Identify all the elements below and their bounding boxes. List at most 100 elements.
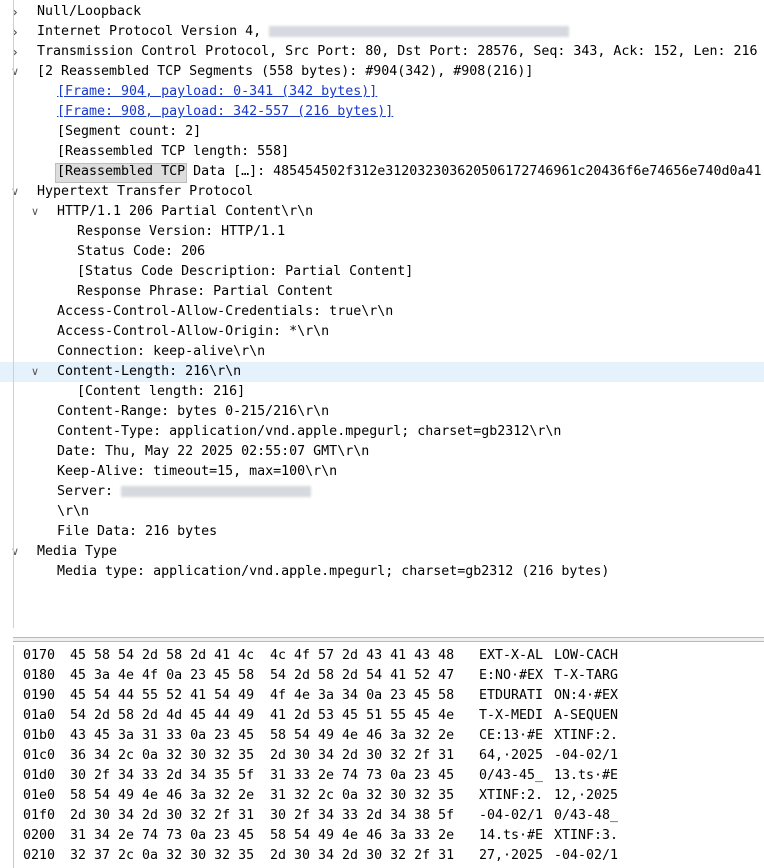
packet-details-pane[interactable]: › Null/Loopback › Internet Protocol Version…: [0, 0, 764, 628]
hex-bytes: 31 33 2e 74 73 0a 23 45: [270, 768, 455, 783]
ascii-text: 27,·2025: [479, 848, 544, 863]
expand-chevron-icon[interactable]: ∨: [8, 62, 22, 82]
tree-label: \r\n: [57, 504, 90, 519]
expand-chevron-icon[interactable]: ∨: [8, 542, 22, 562]
tree-row[interactable]: Status Code: 206: [0, 242, 764, 262]
ascii-text: XTINF:2.: [554, 728, 619, 743]
hex-row[interactable]: 0210 32 37 2c 0a 32 30 32 35 2d 30 34 2d 3…: [14, 846, 764, 866]
tree-label: Media type: application/vnd.apple.mpegur…: [57, 564, 610, 579]
hex-row[interactable]: 01d0 30 2f 34 33 2d 34 35 5f 31 33 2e 74 7…: [14, 766, 764, 786]
ascii-text: -04-02/1: [554, 848, 619, 863]
hex-bytes: 58 54 49 4e 46 3a 33 2e: [270, 828, 455, 843]
tree-row[interactable]: [Reassembled TCP length: 558]: [0, 142, 764, 162]
pane-splitter[interactable]: [0, 628, 764, 642]
hex-row[interactable]: 0200 31 34 2e 74 73 0a 23 45 58 54 49 4e 4…: [14, 826, 764, 846]
tree-row[interactable]: [Segment count: 2]: [0, 122, 764, 142]
tree-label: [Reassembled TCP Data […]: 485454502f312…: [57, 164, 762, 179]
tree-row[interactable]: ∨ Hypertext Transfer Protocol: [0, 182, 764, 202]
tree-row[interactable]: Response Phrase: Partial Content: [0, 282, 764, 302]
tree-label: [Content length: 216]: [77, 384, 246, 399]
ascii-text: E:NO·#EX: [479, 668, 544, 683]
tree-row[interactable]: [Status Code Description: Partial Conten…: [0, 262, 764, 282]
tree-row[interactable]: ∨ HTTP/1.1 206 Partial Content\r\n: [0, 202, 764, 222]
collapse-chevron-icon[interactable]: ›: [8, 2, 22, 22]
tree-label: Date: Thu, May 22 2025 02:55:07 GMT\r\n: [57, 444, 370, 459]
tree-label: HTTP/1.1 206 Partial Content\r\n: [57, 204, 314, 219]
tree-label: Content-Length: 216\r\n: [57, 364, 242, 379]
expand-chevron-icon[interactable]: ∨: [28, 202, 42, 222]
hex-offset: 01d0: [23, 768, 56, 783]
tree-row[interactable]: Keep-Alive: timeout=15, max=100\r\n: [0, 462, 764, 482]
tree-row[interactable]: ∨ Media Type: [0, 542, 764, 562]
hex-offset: 01f0: [23, 808, 56, 823]
hex-bytes: 30 2f 34 33 2d 34 35 5f: [70, 768, 255, 783]
tree-label: Server:: [57, 484, 122, 499]
tree-row[interactable]: [Frame: 908, payload: 342-557 (216 bytes…: [0, 102, 764, 122]
hex-offset: 0170: [23, 648, 56, 663]
hex-bytes: 43 45 3a 31 33 0a 23 45: [70, 728, 255, 743]
tree-row[interactable]: ∨ [2 Reassembled TCP Segments (558 bytes)…: [0, 62, 764, 82]
hex-row[interactable]: 01e0 58 54 49 4e 46 3a 32 2e 31 32 2c 0a 3…: [14, 786, 764, 806]
splitter-bar[interactable]: [13, 637, 764, 642]
tree-row[interactable]: Connection: keep-alive\r\n: [0, 342, 764, 362]
tree-row[interactable]: ∨ Content-Length: 216\r\n: [0, 362, 764, 382]
ascii-text: ON:4·#EX: [554, 688, 619, 703]
ascii-text: CE:13·#E: [479, 728, 544, 743]
hex-offset: 0210: [23, 848, 56, 863]
tree-row[interactable]: File Data: 216 bytes: [0, 522, 764, 542]
hex-bytes: 41 2d 53 45 51 55 45 4e: [270, 708, 455, 723]
tree-row[interactable]: Server:: [0, 482, 764, 502]
hex-bytes: 2d 30 34 2d 30 32 2f 31: [70, 808, 255, 823]
ascii-text: 0/43-45_: [479, 768, 544, 783]
hex-row[interactable]: 01a0 54 2d 58 2d 4d 45 44 49 41 2d 53 45 5…: [14, 706, 764, 726]
packet-bytes-pane[interactable]: 0170 45 58 54 2d 58 2d 41 4c 4c 4f 57 2d 4…: [13, 645, 764, 868]
collapse-chevron-icon[interactable]: ›: [8, 42, 22, 62]
hex-bytes: 2d 30 34 2d 30 32 2f 31: [270, 748, 455, 763]
tree-label: Access-Control-Allow-Origin: *\r\n: [57, 324, 330, 339]
tree-label: Content-Type: application/vnd.apple.mpeg…: [57, 424, 562, 439]
frame-link[interactable]: [Frame: 904, payload: 0-341 (342 bytes)]: [57, 82, 377, 102]
ascii-text: ETDURATI: [479, 688, 544, 703]
ascii-text: 64,·2025: [479, 748, 544, 763]
hex-bytes: 58 54 49 4e 46 3a 32 2e: [270, 728, 455, 743]
ascii-text: 12,·2025: [554, 788, 619, 803]
tree-row[interactable]: › Transmission Control Protocol, Src Port…: [0, 42, 764, 62]
hex-bytes: 36 34 2c 0a 32 30 32 35: [70, 748, 255, 763]
tree-row[interactable]: \r\n: [0, 502, 764, 522]
hex-bytes: 58 54 49 4e 46 3a 32 2e: [70, 788, 255, 803]
hex-bytes: 32 37 2c 0a 32 30 32 35: [70, 848, 255, 863]
expand-chevron-icon[interactable]: ∨: [28, 362, 42, 382]
tree-row[interactable]: Date: Thu, May 22 2025 02:55:07 GMT\r\n: [0, 442, 764, 462]
hex-row[interactable]: 0180 45 3a 4e 4f 0a 23 45 58 54 2d 58 2d 5…: [14, 666, 764, 686]
hex-row[interactable]: 0170 45 58 54 2d 58 2d 41 4c 4c 4f 57 2d 4…: [14, 646, 764, 666]
tree-row[interactable]: Response Version: HTTP/1.1: [0, 222, 764, 242]
hex-row[interactable]: 0190 45 54 44 55 52 41 54 49 4f 4e 3a 34 0…: [14, 686, 764, 706]
tree-label: Media Type: [37, 544, 118, 559]
tree-row[interactable]: Access-Control-Allow-Credentials: true\r…: [0, 302, 764, 322]
ascii-text: -04-02/1: [554, 748, 619, 763]
tree-row[interactable]: Media type: application/vnd.apple.mpegur…: [0, 562, 764, 582]
hex-bytes: 31 32 2c 0a 32 30 32 35: [270, 788, 455, 803]
expand-chevron-icon[interactable]: ∨: [8, 182, 22, 202]
tree-label: Connection: keep-alive\r\n: [57, 344, 266, 359]
tree-row[interactable]: [Reassembled TCP Data […]: 485454502f312…: [0, 162, 764, 183]
tree-row[interactable]: [Content length: 216]: [0, 382, 764, 402]
hex-row[interactable]: 01c0 36 34 2c 0a 32 30 32 35 2d 30 34 2d 3…: [14, 746, 764, 766]
frame-link[interactable]: [Frame: 908, payload: 342-557 (216 bytes…: [57, 102, 393, 122]
hex-offset: 0180: [23, 668, 56, 683]
tree-row[interactable]: › Null/Loopback: [0, 2, 764, 22]
tree-label: [Reassembled TCP length: 558]: [57, 144, 290, 159]
ascii-text: -04-02/1: [479, 808, 544, 823]
ascii-text: 14.ts·#E: [479, 828, 544, 843]
hex-offset: 01e0: [23, 788, 56, 803]
tree-row[interactable]: Content-Type: application/vnd.apple.mpeg…: [0, 422, 764, 442]
collapse-chevron-icon[interactable]: ›: [8, 22, 22, 42]
tree-row[interactable]: [Frame: 904, payload: 0-341 (342 bytes)]: [0, 82, 764, 102]
tree-row[interactable]: Access-Control-Allow-Origin: *\r\n: [0, 322, 764, 342]
hex-row[interactable]: 01f0 2d 30 34 2d 30 32 2f 31 30 2f 34 33 2…: [14, 806, 764, 826]
tree-row[interactable]: › Internet Protocol Version 4,: [0, 22, 764, 42]
redacted-region: [269, 26, 569, 37]
tree-row[interactable]: Content-Range: bytes 0-215/216\r\n: [0, 402, 764, 422]
hex-row[interactable]: 01b0 43 45 3a 31 33 0a 23 45 58 54 49 4e 4…: [14, 726, 764, 746]
tree-label: [Status Code Description: Partial Conten…: [77, 264, 414, 279]
